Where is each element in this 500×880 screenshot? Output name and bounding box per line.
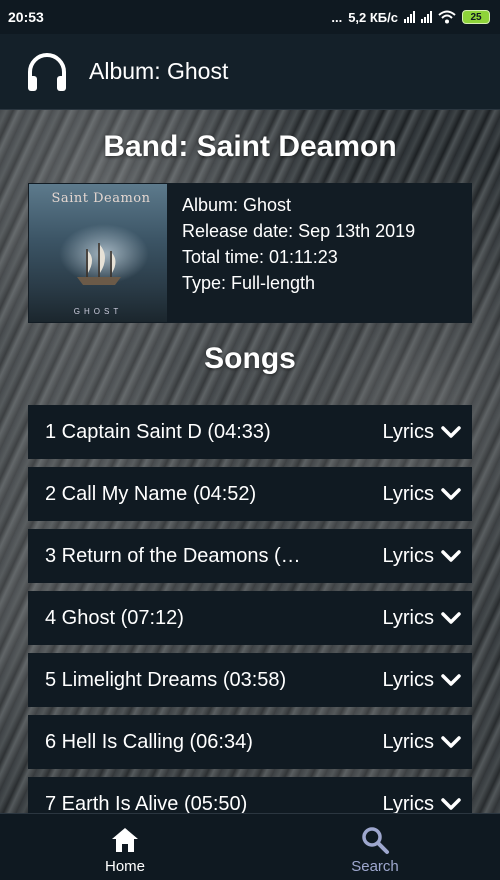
lyrics-label: Lyrics xyxy=(382,792,434,814)
app-bar: Album: Ghost xyxy=(0,34,500,110)
song-row[interactable]: 2 Call My Name (04:52) Lyrics xyxy=(28,467,472,521)
lyrics-toggle[interactable]: Lyrics xyxy=(383,669,462,692)
nav-home[interactable]: Home xyxy=(0,814,250,880)
song-row[interactable]: 3 Return of the Deamons (… Lyrics xyxy=(28,529,472,583)
lyrics-label: Lyrics xyxy=(382,544,434,567)
lyrics-toggle[interactable]: Lyrics xyxy=(383,421,462,444)
band-title: Band: Saint Deamon xyxy=(103,130,397,163)
song-row[interactable]: 1 Captain Saint D (04:33) Lyrics xyxy=(28,405,472,459)
cover-caption: GHOST xyxy=(73,307,123,316)
album-info: Album: Ghost Release date: Sep 13th 2019… xyxy=(167,183,415,323)
lyrics-toggle[interactable]: Lyrics xyxy=(382,792,462,814)
album-cover: Saint Deamon GHOST xyxy=(29,184,167,322)
songs-heading: Songs xyxy=(204,342,296,375)
lyrics-label: Lyrics xyxy=(382,668,434,691)
lyrics-label: Lyrics xyxy=(382,420,434,443)
app-title: Album: Ghost xyxy=(89,58,229,84)
song-title: 3 Return of the Deamons (… xyxy=(45,544,301,567)
song-row[interactable]: 5 Limelight Dreams (03:58) Lyrics xyxy=(28,653,472,707)
signal-icon-2 xyxy=(421,11,432,23)
chevron-down-icon xyxy=(441,426,461,438)
nav-home-label: Home xyxy=(104,858,145,875)
battery-icon: 25 xyxy=(462,10,490,24)
wifi-icon xyxy=(438,10,456,24)
total-time: Total time: 01:11:23 xyxy=(182,247,338,267)
status-bar: 20:53 ... 5,2 КБ/с 25 xyxy=(0,0,500,34)
song-title: 6 Hell Is Calling (06:34) xyxy=(45,730,253,753)
lyrics-toggle[interactable]: Lyrics xyxy=(383,483,462,506)
lyrics-label: Lyrics xyxy=(382,730,434,753)
song-title: 5 Limelight Dreams (03:58) xyxy=(45,668,287,691)
search-icon xyxy=(362,827,389,854)
song-title: 1 Captain Saint D (04:33) xyxy=(45,420,271,443)
network-speed: 5,2 КБ/с xyxy=(348,9,398,25)
chevron-down-icon xyxy=(441,674,461,686)
album-type: Type: Full-length xyxy=(182,273,316,293)
lyrics-toggle[interactable]: Lyrics xyxy=(383,731,462,754)
chevron-down-icon xyxy=(441,612,461,624)
song-row[interactable]: 4 Ghost (07:12) Lyrics xyxy=(28,591,472,645)
cover-logo-text: Saint Deamon xyxy=(51,191,151,206)
chevron-down-icon xyxy=(441,550,461,562)
nav-search[interactable]: Search xyxy=(250,814,500,880)
song-row[interactable]: 6 Hell Is Calling (06:34) Lyrics xyxy=(28,715,472,769)
status-dots: ... xyxy=(331,9,343,25)
status-time: 20:53 xyxy=(8,9,44,25)
album-card: Saint Deamon GHOST Album: Ghost Release … xyxy=(28,183,472,323)
chevron-down-icon xyxy=(441,488,461,500)
song-title: 4 Ghost (07:12) xyxy=(45,606,184,629)
ship-image xyxy=(77,243,121,285)
release-date: Release date: Sep 13th 2019 xyxy=(182,221,416,241)
nav-search-label: Search xyxy=(351,858,399,875)
song-row[interactable]: 7 Earth Is Alive (05:50) Lyrics xyxy=(28,777,472,813)
song-title: 2 Call My Name (04:52) xyxy=(45,482,257,505)
chevron-down-icon xyxy=(441,736,461,748)
home-icon xyxy=(112,828,138,852)
signal-icon xyxy=(404,11,415,23)
headphones-icon xyxy=(28,52,66,91)
lyrics-label: Lyrics xyxy=(382,606,434,629)
lyrics-toggle[interactable]: Lyrics xyxy=(383,545,462,568)
lyrics-label: Lyrics xyxy=(382,482,434,505)
album-name: Album: Ghost xyxy=(182,195,292,215)
status-indicators: ... 5,2 КБ/с 25 xyxy=(331,10,490,25)
album-content[interactable]: Band: Saint Deamon Saint Deamon GHOST Al… xyxy=(0,110,500,813)
chevron-down-icon xyxy=(441,798,461,810)
song-title: 7 Earth Is Alive (05:50) xyxy=(45,792,248,814)
bottom-nav: Home Search xyxy=(0,813,500,880)
lyrics-toggle[interactable]: Lyrics xyxy=(383,607,462,630)
